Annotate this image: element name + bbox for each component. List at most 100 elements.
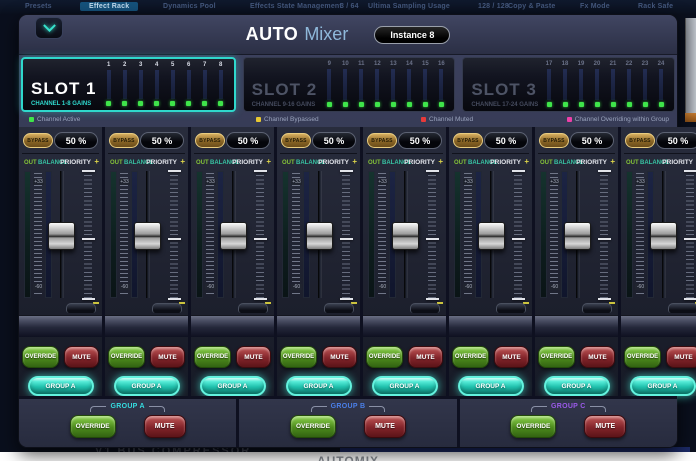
strip-mini-button[interactable]: [152, 303, 182, 313]
group-mute-button[interactable]: MUTE: [364, 415, 406, 438]
mute-button[interactable]: MUTE: [322, 346, 357, 368]
instance-badge[interactable]: Instance 8: [374, 26, 450, 44]
strip-mini-button[interactable]: [324, 303, 354, 313]
background-tab[interactable]: 128 / 128: [478, 3, 509, 10]
override-button[interactable]: OVERRIDE: [280, 346, 317, 368]
channel-meter: 13: [385, 61, 401, 107]
background-tab[interactable]: Effects State Management: [250, 3, 342, 10]
mute-button[interactable]: MUTE: [580, 346, 615, 368]
output-level-meter: [368, 171, 375, 298]
fader-knob[interactable]: [392, 222, 419, 250]
background-tab[interactable]: Effect Rack: [80, 2, 138, 11]
group-assign-button[interactable]: GROUP A: [544, 376, 610, 396]
fader-knob[interactable]: [134, 222, 161, 250]
slot-box[interactable]: SLOT 3CHANNEL 17-24 GAINS171819202122232…: [462, 57, 675, 112]
balance-scale: +33-60: [464, 173, 472, 296]
gain-value-display[interactable]: 50 %: [484, 132, 528, 149]
channel-meter-bar: [171, 70, 175, 99]
mute-button[interactable]: MUTE: [408, 346, 443, 368]
mute-button[interactable]: MUTE: [64, 346, 99, 368]
mute-button[interactable]: MUTE: [666, 346, 696, 368]
override-button[interactable]: OVERRIDE: [194, 346, 231, 368]
bypass-button[interactable]: BYPASS: [453, 133, 483, 148]
strip-rail: [19, 315, 102, 337]
strip-label-row: OUTBALANCEPRIORITY+: [366, 157, 443, 169]
background-tab[interactable]: Presets: [25, 3, 52, 10]
channel-active-led: [563, 102, 568, 107]
slot-box[interactable]: SLOT 1CHANNEL 1-8 GAINS12345678: [21, 57, 236, 112]
priority-marker-top: [168, 170, 181, 172]
group-assign-button[interactable]: GROUP A: [458, 376, 524, 396]
override-button[interactable]: OVERRIDE: [366, 346, 403, 368]
gain-value-display[interactable]: 50 %: [570, 132, 614, 149]
background-tab[interactable]: 3 / 64: [340, 3, 359, 10]
out-label: OUT: [196, 160, 209, 166]
strip-mini-button[interactable]: [496, 303, 526, 313]
group-override-button[interactable]: OVERRIDE: [290, 415, 336, 438]
priority-marker-top: [82, 170, 95, 172]
background-scrollbar[interactable]: [685, 18, 696, 113]
out-label: OUT: [540, 160, 553, 166]
priority-marker-top: [426, 170, 439, 172]
priority-marker-current: [168, 238, 181, 240]
fader-knob[interactable]: [478, 222, 505, 250]
gain-value-display[interactable]: 50 %: [226, 132, 270, 149]
bypass-button[interactable]: BYPASS: [625, 133, 655, 148]
bypass-button[interactable]: BYPASS: [109, 133, 139, 148]
background-tab[interactable]: Copy & Paste: [508, 3, 556, 10]
fader-knob[interactable]: [306, 222, 333, 250]
group-assign-button[interactable]: GROUP A: [286, 376, 352, 396]
group-assign-button[interactable]: GROUP A: [630, 376, 696, 396]
gain-value-display[interactable]: 50 %: [140, 132, 184, 149]
strip-mini-button[interactable]: [66, 303, 96, 313]
override-button[interactable]: OVERRIDE: [538, 346, 575, 368]
gain-value-display[interactable]: 50 %: [656, 132, 696, 149]
group-assign-button[interactable]: GROUP A: [114, 376, 180, 396]
slot-box[interactable]: SLOT 2CHANNEL 9-16 GAINS910111213141516: [243, 57, 456, 112]
background-tab[interactable]: Ultima Sampling Usage: [368, 3, 450, 10]
bracket-left: [531, 406, 547, 412]
strip-button-row: OVERRIDEMUTE: [280, 346, 357, 368]
strip-button-row: OVERRIDEMUTE: [624, 346, 696, 368]
group-mute-button[interactable]: MUTE: [144, 415, 186, 438]
group-override-button[interactable]: OVERRIDE: [70, 415, 116, 438]
group-assign-button[interactable]: GROUP A: [372, 376, 438, 396]
fader-knob[interactable]: [650, 222, 677, 250]
strip-mini-button[interactable]: [238, 303, 268, 313]
mute-button[interactable]: MUTE: [494, 346, 529, 368]
group-mute-button[interactable]: MUTE: [584, 415, 626, 438]
bypass-button[interactable]: BYPASS: [281, 133, 311, 148]
group-assign-button[interactable]: GROUP A: [28, 376, 94, 396]
gain-value-display[interactable]: 50 %: [398, 132, 442, 149]
background-tab[interactable]: Fx Mode: [580, 3, 610, 10]
group-assign-button[interactable]: GROUP A: [200, 376, 266, 396]
strip-footer: [280, 303, 357, 313]
fader-knob[interactable]: [220, 222, 247, 250]
override-button[interactable]: OVERRIDE: [108, 346, 145, 368]
override-button[interactable]: OVERRIDE: [452, 346, 489, 368]
group-override-button[interactable]: OVERRIDE: [510, 415, 556, 438]
fader-knob[interactable]: [564, 222, 591, 250]
balance-scale: +33-60: [636, 173, 644, 296]
strip-mini-button[interactable]: [410, 303, 440, 313]
channel-meter: 3: [133, 62, 149, 106]
mute-button[interactable]: MUTE: [150, 346, 185, 368]
override-button[interactable]: OVERRIDE: [624, 346, 661, 368]
mute-button[interactable]: MUTE: [236, 346, 271, 368]
bypass-button[interactable]: BYPASS: [195, 133, 225, 148]
strip-footer: [624, 303, 696, 313]
strip-mini-button[interactable]: [582, 303, 612, 313]
collapse-button[interactable]: [35, 17, 63, 39]
gain-value-display[interactable]: 50 %: [312, 132, 356, 149]
fader-knob[interactable]: [48, 222, 75, 250]
background-tab[interactable]: Dynamics Pool: [163, 3, 216, 10]
bypass-button[interactable]: BYPASS: [23, 133, 53, 148]
bypass-button[interactable]: BYPASS: [367, 133, 397, 148]
channel-number: 23: [642, 61, 649, 68]
background-tab[interactable]: Rack Safe: [638, 3, 673, 10]
channel-active-led: [659, 102, 664, 107]
gain-value-display[interactable]: 50 %: [54, 132, 98, 149]
override-button[interactable]: OVERRIDE: [22, 346, 59, 368]
bypass-button[interactable]: BYPASS: [539, 133, 569, 148]
strip-mini-button[interactable]: [668, 303, 696, 313]
